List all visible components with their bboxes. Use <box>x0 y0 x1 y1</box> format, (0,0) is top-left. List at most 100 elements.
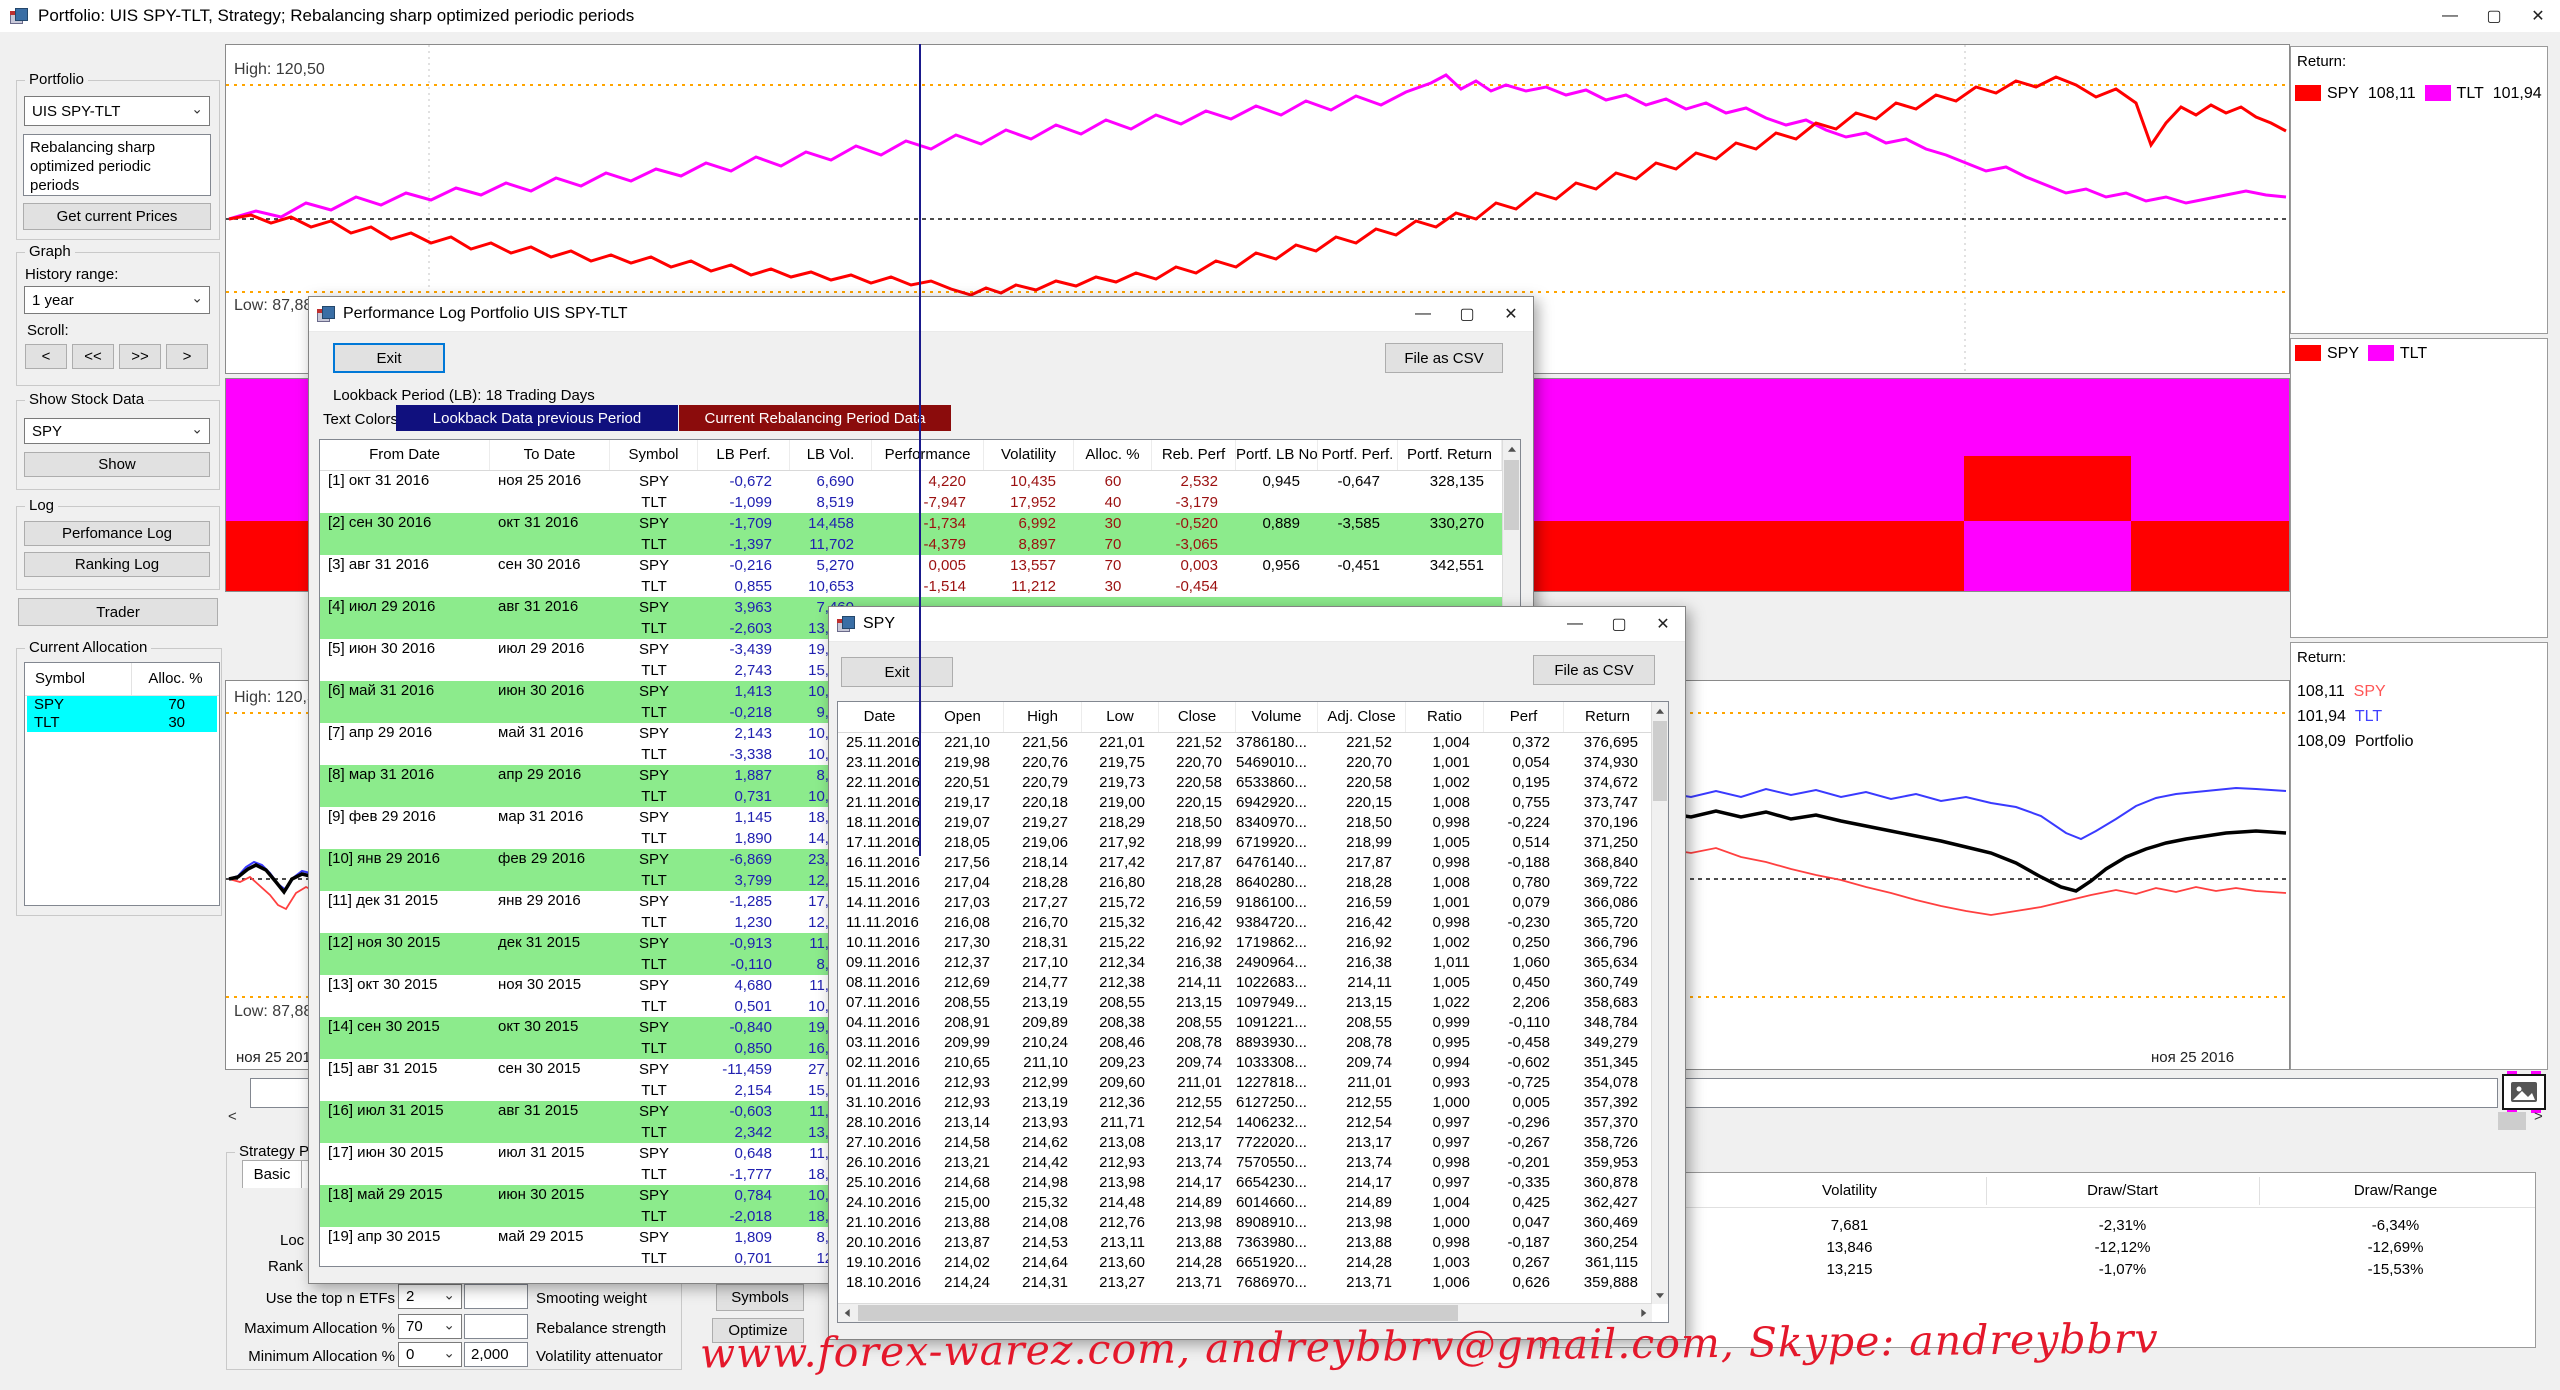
scroll-button[interactable]: > <box>166 344 208 369</box>
spy-row[interactable]: 16.11.2016217,56218,14 217,42217,8764761… <box>838 853 1668 873</box>
column-header[interactable]: Volume <box>1236 702 1318 732</box>
column-header[interactable]: Reb. Perf <box>1152 440 1236 470</box>
spy-row[interactable]: 23.11.2016219,98220,76 219,75220,7054690… <box>838 753 1668 773</box>
snapshot-button[interactable] <box>2502 1074 2546 1110</box>
spy-row[interactable]: 20.10.2016213,87214,53 213,11213,8873639… <box>838 1233 1668 1253</box>
tab-basic[interactable]: Basic <box>242 1160 302 1188</box>
column-header[interactable]: Date <box>838 702 922 732</box>
spy-row[interactable]: 04.11.2016208,91209,89 208,38208,5510912… <box>838 1013 1668 1033</box>
smoothing-weight-input[interactable] <box>464 1284 528 1309</box>
column-header[interactable]: To Date <box>490 440 610 470</box>
spy-row[interactable]: 26.10.2016213,21214,42 212,93213,7475705… <box>838 1153 1668 1173</box>
performance-log-button[interactable]: Perfomance Log <box>24 521 210 546</box>
spy-table[interactable]: DateOpenHighLowCloseVolumeAdj. CloseRati… <box>837 701 1669 1323</box>
column-header[interactable]: Return <box>1564 702 1652 732</box>
scroll-left-icon[interactable] <box>838 1304 855 1322</box>
scroll-button[interactable]: >> <box>119 344 161 369</box>
allocation-row[interactable]: SPY 70 <box>27 696 217 714</box>
spy-row[interactable]: 25.10.2016214,68214,98 213,98214,1766542… <box>838 1173 1668 1193</box>
column-header[interactable]: Volatility <box>984 440 1074 470</box>
column-header[interactable]: Portf. LB Nor... <box>1236 440 1318 470</box>
scroll-button[interactable]: << <box>72 344 114 369</box>
max-allocation-select[interactable]: 70⌄ <box>398 1314 462 1339</box>
column-header[interactable]: LB Perf. <box>698 440 790 470</box>
vertical-scrollbar[interactable] <box>1651 702 1668 1304</box>
spy-row[interactable]: 31.10.2016212,93213,19 212,36212,5561272… <box>838 1093 1668 1113</box>
return-legend-panel: Return: SPY 108,11 TLT 101,94 <box>2290 46 2548 334</box>
column-header[interactable]: Portf. Return <box>1398 440 1502 470</box>
close-icon[interactable]: ✕ <box>1489 297 1533 331</box>
scrollbar-thumb[interactable] <box>2498 1112 2526 1130</box>
spy-row[interactable]: 07.11.2016208,55213,19 208,55213,1510979… <box>838 993 1668 1013</box>
column-header[interactable]: High <box>1004 702 1082 732</box>
spy-row[interactable]: 17.11.2016218,05219,06 217,92218,9967199… <box>838 833 1668 853</box>
get-current-prices-button[interactable]: Get current Prices <box>23 203 211 230</box>
spy-row[interactable]: 21.11.2016219,17220,18 219,00220,1569429… <box>838 793 1668 813</box>
scroll-left-icon[interactable]: < <box>228 1108 237 1125</box>
volatility-attenuator-input[interactable]: 2,000 <box>464 1342 528 1367</box>
exit-button[interactable]: Exit <box>333 343 445 373</box>
scroll-down-icon[interactable] <box>1652 1287 1668 1304</box>
column-header[interactable]: Performance <box>872 440 984 470</box>
symbols-button[interactable]: Symbols <box>716 1284 804 1311</box>
spy-row[interactable]: 18.10.2016214,24214,31 213,27213,7176869… <box>838 1273 1668 1293</box>
spy-row[interactable]: 01.11.2016212,93212,99 209,60211,0112278… <box>838 1073 1668 1093</box>
close-icon[interactable]: ✕ <box>1641 607 1685 641</box>
minimize-icon[interactable]: — <box>2428 0 2472 32</box>
maximize-icon[interactable]: ▢ <box>1445 297 1489 331</box>
spy-row[interactable]: 24.10.2016215,00215,32 214,48214,8960146… <box>838 1193 1668 1213</box>
column-header[interactable]: Adj. Close <box>1318 702 1406 732</box>
column-header[interactable]: Alloc. % <box>1074 440 1152 470</box>
spy-row[interactable]: 14.11.2016217,03217,27 215,72216,5991861… <box>838 893 1668 913</box>
scrollbar-thumb[interactable] <box>1653 721 1667 801</box>
show-button[interactable]: Show <box>24 452 210 477</box>
scroll-right-icon[interactable]: > <box>2534 1108 2543 1125</box>
portfolio-select[interactable]: UIS SPY-TLT ⌄ <box>24 96 210 126</box>
spy-row[interactable]: 03.11.2016209,99210,24 208,46208,7888939… <box>838 1033 1668 1053</box>
rebalance-strength-input[interactable] <box>464 1314 528 1339</box>
stock-symbol-select[interactable]: SPY ⌄ <box>24 418 210 444</box>
column-header[interactable]: Close <box>1159 702 1236 732</box>
spy-row[interactable]: 18.11.2016219,07219,27 218,29218,5083409… <box>838 813 1668 833</box>
file-as-csv-button[interactable]: File as CSV <box>1533 655 1655 685</box>
spy-row[interactable]: 28.10.2016213,14213,93 211,71212,5414062… <box>838 1113 1668 1133</box>
column-header[interactable]: Symbol <box>610 440 698 470</box>
exit-button[interactable]: Exit <box>841 657 953 687</box>
spy-row[interactable]: 09.11.2016212,37217,10 212,34216,3824909… <box>838 953 1668 973</box>
spy-row[interactable]: 11.11.2016216,08216,70 215,32216,4293847… <box>838 913 1668 933</box>
maximize-icon[interactable]: ▢ <box>2472 0 2516 32</box>
spy-row[interactable]: 02.11.2016210,65211,10 209,23209,7410333… <box>838 1053 1668 1073</box>
scroll-up-icon[interactable] <box>1652 702 1668 719</box>
spy-row[interactable]: 27.10.2016214,58214,62 213,08213,1777220… <box>838 1133 1668 1153</box>
close-icon[interactable]: ✕ <box>2516 0 2560 32</box>
minimize-icon[interactable]: — <box>1401 297 1445 331</box>
maximize-icon[interactable]: ▢ <box>1597 607 1641 641</box>
spy-row[interactable]: 15.11.2016217,04218,28 216,80218,2886402… <box>838 873 1668 893</box>
minimize-icon[interactable]: — <box>1553 607 1597 641</box>
column-header[interactable]: Perf <box>1484 702 1564 732</box>
file-as-csv-button[interactable]: File as CSV <box>1385 343 1503 373</box>
min-allocation-select[interactable]: 0⌄ <box>398 1342 462 1367</box>
spy-row[interactable]: 10.11.2016217,30218,31 215,22216,9217198… <box>838 933 1668 953</box>
column-header[interactable]: Portf. Perf. <box>1318 440 1398 470</box>
column-header[interactable]: LB Vol. <box>790 440 872 470</box>
scroll-up-icon[interactable] <box>1503 440 1520 457</box>
allocation-row[interactable]: TLT 30 <box>27 714 217 732</box>
trader-button[interactable]: Trader <box>18 598 218 626</box>
scrollbar-thumb[interactable] <box>1504 460 1519 530</box>
top-n-etfs-select[interactable]: 2⌄ <box>398 1284 462 1309</box>
scroll-button[interactable]: < <box>25 344 67 369</box>
spy-row[interactable]: 22.11.2016220,51220,79 219,73220,5865338… <box>838 773 1668 793</box>
scrollbar-thumb[interactable] <box>858 1305 1458 1321</box>
column-header[interactable]: Low <box>1082 702 1159 732</box>
horizontal-scrollbar[interactable] <box>838 1303 1652 1322</box>
spy-row[interactable]: 19.10.2016214,02214,64 213,60214,2866519… <box>838 1253 1668 1273</box>
history-range-select[interactable]: 1 year ⌄ <box>24 286 210 314</box>
ranking-log-button[interactable]: Ranking Log <box>24 552 210 577</box>
column-header[interactable]: From Date <box>320 440 490 470</box>
spy-row[interactable]: 08.11.2016212,69214,77 212,38214,1110226… <box>838 973 1668 993</box>
column-header[interactable]: Ratio <box>1406 702 1484 732</box>
column-header[interactable]: Open <box>922 702 1004 732</box>
spy-row[interactable]: 21.10.2016213,88214,08 212,76213,9889089… <box>838 1213 1668 1233</box>
spy-row[interactable]: 25.11.2016221,10221,56 221,01221,5237861… <box>838 733 1668 753</box>
